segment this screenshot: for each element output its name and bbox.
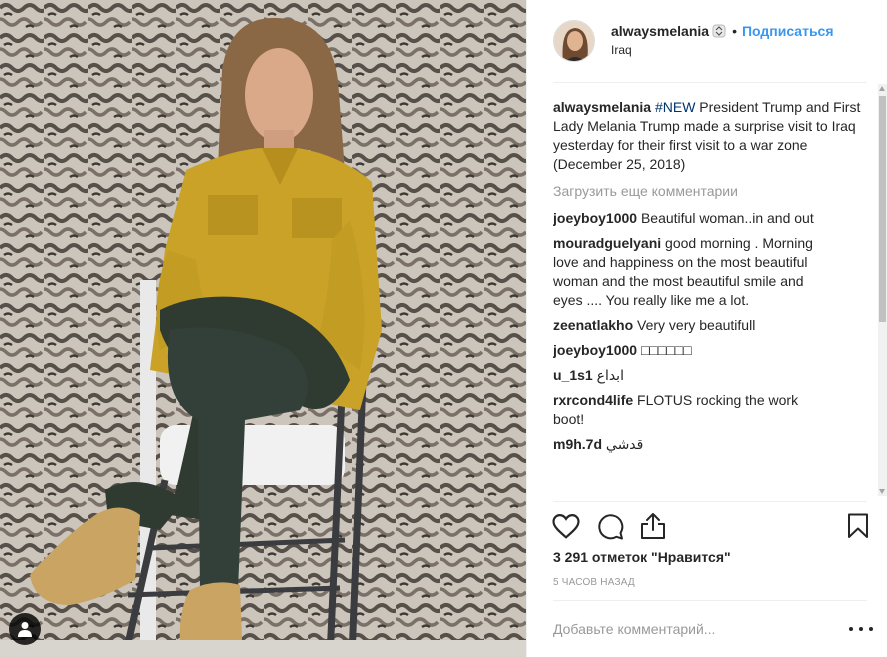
post-photo[interactable] [0, 0, 526, 657]
comment-username[interactable]: joeyboy1000 [553, 210, 637, 226]
comment-username[interactable]: mouradguelyani [553, 235, 661, 251]
comment-item: mouradguelyani good morning . Morning lo… [553, 234, 861, 310]
user-tag-icon [18, 622, 32, 637]
scroll-thumb[interactable] [879, 96, 886, 322]
like-button[interactable] [551, 511, 581, 541]
comment-username[interactable]: joeyboy1000 [553, 342, 637, 358]
location-link[interactable]: Iraq [611, 43, 834, 57]
comments-scrollbar[interactable] [878, 84, 887, 496]
comment-username[interactable]: zeenatlakho [553, 317, 633, 333]
comment-text: قدشي [605, 436, 644, 452]
verified-badge-icon [712, 24, 726, 37]
comment-username[interactable]: rxrcond4life [553, 392, 633, 408]
bookmark-icon [848, 513, 868, 538]
follow-button[interactable]: Подписаться [742, 22, 834, 40]
caption-username[interactable]: alwaysmelania [553, 99, 651, 115]
username-link[interactable]: alwaysmelania [611, 22, 709, 40]
comment-item: m9h.7d قدشي [553, 435, 861, 454]
comment-item: zeenatlakho Very very beautifull [553, 316, 861, 335]
heart-icon [552, 513, 580, 539]
avatar-image [554, 21, 594, 61]
save-button[interactable] [843, 511, 873, 541]
comment-username[interactable]: u_1s1 [553, 367, 593, 383]
add-comment-input[interactable]: Добавьте комментарий... [553, 621, 823, 637]
scroll-down-arrow-icon[interactable] [879, 489, 885, 494]
comment-text: Very very beautifull [637, 317, 756, 333]
post-timestamp: 5 часов назад [553, 577, 635, 588]
comment-username[interactable]: m9h.7d [553, 436, 602, 452]
comment-text: Beautiful woman..in and out [640, 210, 814, 226]
post-actions [551, 511, 873, 543]
post-header: alwaysmelania • Подписаться Iraq [553, 17, 873, 65]
separator-dot: • [732, 22, 737, 39]
divider [553, 600, 867, 601]
more-options-icon [849, 627, 853, 631]
more-options-icon [859, 627, 863, 631]
comment-item: joeyboy1000 Beautiful woman..in and out [553, 209, 861, 228]
comment-text: ابداع [596, 367, 624, 383]
comment-bubble-icon [598, 514, 624, 540]
more-options-button[interactable] [849, 621, 873, 637]
share-button[interactable] [638, 511, 668, 541]
divider [553, 82, 867, 83]
comment-button[interactable] [595, 511, 625, 541]
post-caption: alwaysmelania #NEW President Trump and F… [553, 98, 861, 174]
hashtag-link[interactable]: #NEW [655, 99, 695, 115]
comment-text: □□□□□□ [640, 342, 692, 358]
share-icon [641, 513, 665, 539]
likes-count[interactable]: 3 291 отметок "Нравится" [553, 549, 731, 565]
divider [553, 501, 867, 502]
avatar[interactable] [553, 20, 595, 62]
user-tag-button[interactable] [9, 613, 41, 645]
comment-item: rxrcond4life FLOTUS rocking the work boo… [553, 391, 861, 429]
post-side-panel: alwaysmelania • Подписаться Iraq alwaysm… [526, 0, 887, 657]
comment-item: u_1s1 ابداع [553, 366, 861, 385]
comments-list[interactable]: alwaysmelania #NEW President Trump and F… [553, 98, 861, 500]
scroll-up-arrow-icon[interactable] [879, 86, 885, 91]
comment-item: joeyboy1000 □□□□□□ [553, 341, 861, 360]
post-image [0, 0, 526, 657]
load-more-comments-button[interactable]: Загрузить еще комментарии [553, 182, 861, 201]
more-options-icon [869, 627, 873, 631]
